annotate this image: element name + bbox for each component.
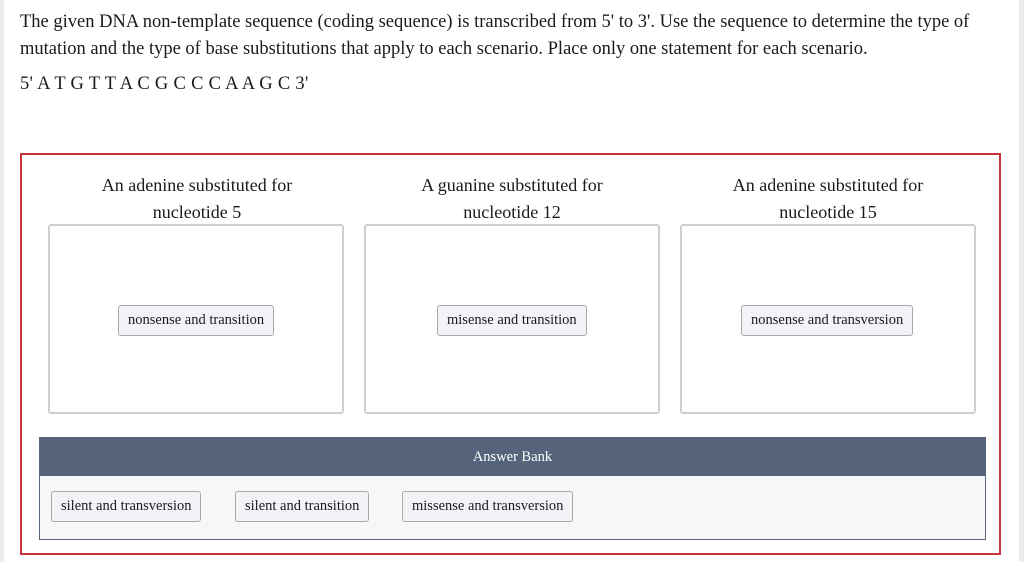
answer-bank-item[interactable]: silent and transversion xyxy=(51,491,202,522)
question-prompt: The given DNA non-template sequence (cod… xyxy=(20,12,970,59)
scenario-3-label-line2: nucleotide 15 xyxy=(779,202,877,222)
dna-sequence: 5' A T G T T A C G C C C A A G C 3' xyxy=(20,74,309,94)
placed-answer-chip-3[interactable]: nonsense and transversion xyxy=(741,305,914,336)
scenario-1-label: An adenine substituted for nucleotide 5 xyxy=(47,172,347,226)
answer-bank-item[interactable]: missense and transversion xyxy=(402,491,574,522)
scenario-3-label-line1: An adenine substituted for xyxy=(732,175,924,195)
answer-bank[interactable]: Answer Bank xyxy=(39,437,986,540)
scenario-1-label-line2: nucleotide 5 xyxy=(152,202,242,222)
left-gutter xyxy=(0,0,4,562)
scenario-2-label-line2: nucleotide 12 xyxy=(463,202,561,222)
placed-answer-chip-2[interactable]: misense and transition xyxy=(437,305,587,336)
answer-bank-item[interactable]: silent and transition xyxy=(235,491,370,522)
scenario-2-label-line1: A guanine substituted for xyxy=(421,175,603,195)
placed-answer-chip-1[interactable]: nonsense and transition xyxy=(118,305,275,336)
scenario-3-label: An adenine substituted for nucleotide 15 xyxy=(678,172,978,226)
answer-bank-title: Answer Bank xyxy=(40,438,985,476)
scenario-1-label-line1: An adenine substituted for xyxy=(101,175,293,195)
scrollbar-track[interactable] xyxy=(1019,0,1024,562)
scenario-2-label: A guanine substituted for nucleotide 12 xyxy=(362,172,662,226)
